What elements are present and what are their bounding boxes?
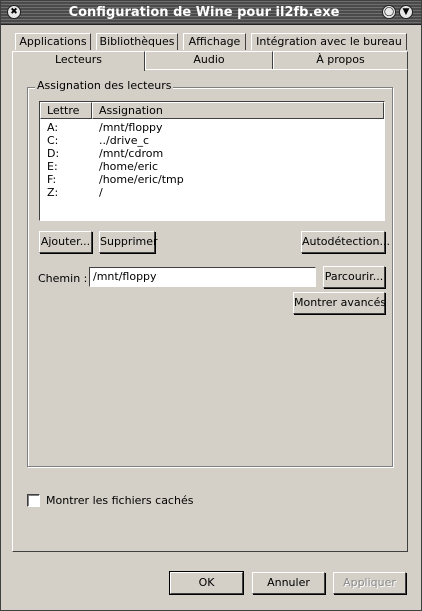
close-icon[interactable]: ✖ — [7, 5, 21, 19]
drive-row[interactable]: E: /home/eric — [40, 160, 384, 173]
tab-desktop-integration[interactable]: Intégration avec le bureau — [251, 33, 407, 50]
tab-label: Lecteurs — [54, 53, 103, 66]
tab-audio[interactable]: Audio — [145, 51, 273, 69]
drive-letter: F: — [47, 173, 57, 186]
drive-path: /mnt/cdrom — [99, 147, 164, 160]
drive-row[interactable]: F: /home/eric/tmp — [40, 173, 384, 186]
tab-label: Applications — [19, 35, 87, 48]
tab-drives[interactable]: Lecteurs — [12, 51, 145, 71]
tab-label: À propos — [316, 53, 365, 66]
path-label: Chemin : — [38, 272, 88, 285]
autodetect-button[interactable]: Autodétection... — [301, 231, 390, 253]
window-menu-icon[interactable]: ▼ — [399, 5, 413, 19]
drive-letter: E: — [47, 160, 58, 173]
column-header-letter[interactable]: Lettre — [40, 102, 92, 119]
show-advanced-button[interactable]: Montrer avancés — [293, 292, 386, 314]
drive-path: / — [99, 186, 103, 199]
drive-list[interactable]: Lettre Assignation A: /mnt/floppy C: ../… — [39, 101, 385, 221]
tab-about[interactable]: À propos — [273, 51, 408, 69]
drive-letter: C: — [47, 134, 59, 147]
title-bar[interactable]: ✖ Configuration de Wine pour il2fb.exe ◯… — [1, 1, 421, 25]
group-label: Assignation des lecteurs — [35, 79, 174, 92]
ok-button[interactable]: OK — [169, 571, 244, 595]
wine-config-window: ✖ Configuration de Wine pour il2fb.exe ◯… — [0, 0, 422, 611]
drive-row[interactable]: C: ../drive_c — [40, 134, 384, 147]
drive-row[interactable]: Z: / — [40, 186, 384, 199]
tab-label: Audio — [193, 53, 225, 66]
drive-path: /mnt/floppy — [99, 121, 163, 134]
tab-label: Intégration avec le bureau — [256, 35, 402, 48]
tab-label: Bibliothèques — [99, 35, 175, 48]
tab-label: Affichage — [188, 35, 241, 48]
browse-button[interactable]: Parcourir... — [323, 266, 385, 288]
drive-letter: D: — [47, 147, 60, 160]
apply-button[interactable]: Appliquer — [333, 572, 406, 594]
column-header-mapping[interactable]: Assignation — [92, 102, 384, 119]
show-hidden-label[interactable]: Montrer les fichiers cachés — [46, 494, 193, 507]
cancel-button[interactable]: Annuler — [252, 572, 325, 594]
tab-libraries[interactable]: Bibliothèques — [96, 33, 178, 50]
window-title: Configuration de Wine pour il2fb.exe — [68, 5, 340, 20]
tab-applications[interactable]: Applications — [15, 33, 91, 50]
remove-drive-button[interactable]: Supprimer — [99, 231, 158, 253]
drive-row[interactable]: D: /mnt/cdrom — [40, 147, 384, 160]
drive-path: /home/eric/tmp — [99, 173, 184, 186]
tab-display[interactable]: Affichage — [183, 33, 246, 50]
drive-path: /home/eric — [99, 160, 158, 173]
drive-letter: Z: — [47, 186, 59, 199]
shade-icon[interactable]: ◯ — [382, 5, 396, 19]
drive-letter: A: — [47, 121, 59, 134]
drive-row[interactable]: A: /mnt/floppy — [40, 121, 384, 134]
add-drive-button[interactable]: Ajouter... — [39, 231, 92, 253]
drive-path: ../drive_c — [99, 134, 150, 147]
path-input[interactable]: /mnt/floppy — [89, 267, 316, 287]
